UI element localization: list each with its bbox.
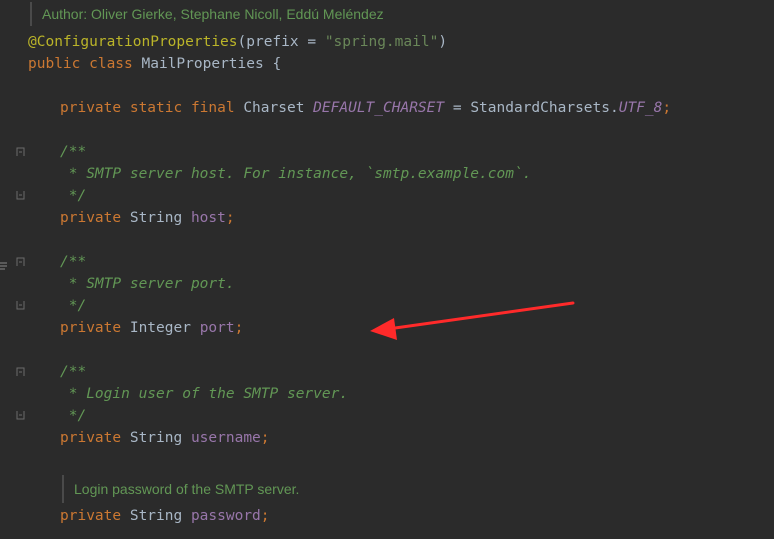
annotation-close: ) xyxy=(438,34,448,50)
password-private: private xyxy=(60,508,130,524)
username-comment-open: /** xyxy=(60,364,87,380)
host-type: String xyxy=(129,210,191,226)
port-comment-close: */ xyxy=(60,298,87,314)
username-field: username xyxy=(190,430,261,446)
class-name: MailProperties { xyxy=(141,56,282,72)
fold-marker-icon[interactable] xyxy=(16,410,25,420)
port-end: ; xyxy=(234,320,244,336)
password-field: password xyxy=(190,508,261,524)
port-comment-open: /** xyxy=(60,254,87,270)
username-comment-close: */ xyxy=(60,408,87,424)
annotation-arrow-icon xyxy=(370,301,575,340)
host-end: ; xyxy=(225,210,235,226)
password-end: ; xyxy=(260,508,270,524)
code-line-charset: private static final Charset DEFAULT_CHA… xyxy=(60,97,671,119)
host-comment-text: * SMTP server host. For instance, `smtp.… xyxy=(60,166,532,182)
charset-constant: DEFAULT_CHARSET xyxy=(313,100,445,116)
fold-marker-icon[interactable] xyxy=(16,190,25,200)
charset-assign: = StandardCharsets. xyxy=(444,100,619,116)
host-comment-open: /** xyxy=(60,144,87,160)
fold-marker-icon[interactable] xyxy=(16,257,25,267)
author-doc-comment: Author: Oliver Gierke, Stephane Nicoll, … xyxy=(42,6,384,22)
code-line-password: private String password; xyxy=(60,505,270,527)
charset-type: Charset xyxy=(243,100,314,116)
host-field: host xyxy=(190,210,226,226)
class-keyword: public class xyxy=(28,56,142,72)
annotation-value: "spring.mail" xyxy=(324,34,439,50)
annotation-name: @ConfigurationProperties xyxy=(28,34,238,50)
password-doc-comment: Login password of the SMTP server. xyxy=(74,481,300,497)
charset-end: ; xyxy=(662,100,672,116)
code-line-port: private Integer port; xyxy=(60,317,243,339)
port-comment-text: * SMTP server port. xyxy=(60,276,235,292)
code-line-class: public class MailProperties { xyxy=(28,53,281,75)
username-end: ; xyxy=(260,430,270,446)
annotation-open: (prefix = xyxy=(237,34,325,50)
password-type: String xyxy=(129,508,191,524)
host-comment-close: */ xyxy=(60,188,87,204)
username-private: private xyxy=(60,430,130,446)
fold-marker-icon[interactable] xyxy=(16,367,25,377)
charset-modifiers: private static final xyxy=(60,100,244,116)
code-line-host: private String host; xyxy=(60,207,235,229)
fold-marker-icon[interactable] xyxy=(16,147,25,157)
host-private: private xyxy=(60,210,130,226)
port-type: Integer xyxy=(129,320,200,336)
username-type: String xyxy=(129,430,191,446)
port-private: private xyxy=(60,320,130,336)
doc-bar-password xyxy=(62,475,64,503)
code-line-annotation: @ConfigurationProperties(prefix = "sprin… xyxy=(28,31,447,53)
port-field: port xyxy=(199,320,235,336)
structure-icon[interactable] xyxy=(0,258,8,270)
fold-marker-icon[interactable] xyxy=(16,300,25,310)
charset-value: UTF_8 xyxy=(618,100,663,116)
doc-bar-author xyxy=(30,2,32,26)
username-comment-text: * Login user of the SMTP server. xyxy=(60,386,349,402)
code-line-username: private String username; xyxy=(60,427,270,449)
